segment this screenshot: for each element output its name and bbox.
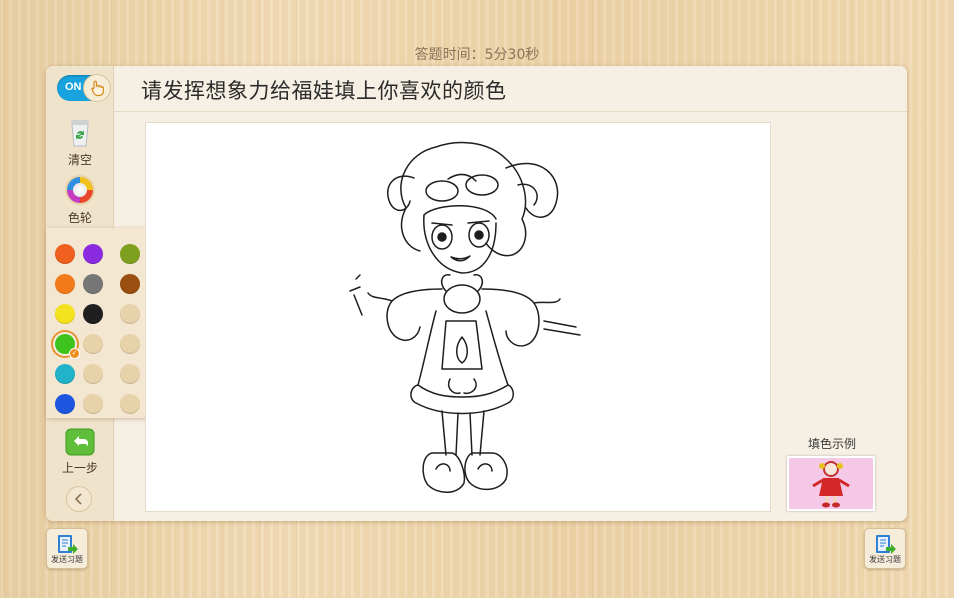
chevron-left-icon	[74, 493, 82, 505]
title-divider	[114, 111, 907, 112]
color-swatch[interactable]	[120, 334, 140, 354]
send-exercise-button-left[interactable]: 发送习题	[46, 528, 88, 569]
answer-timer: 答题时间：5分30秒	[414, 47, 540, 63]
color-swatch[interactable]	[83, 244, 103, 264]
fill-sample-thumbnail[interactable]	[787, 456, 875, 511]
clear-label: 清空	[67, 153, 92, 167]
color-wheel-label: 色轮	[67, 211, 92, 225]
color-swatch[interactable]	[55, 274, 75, 294]
hand-pointer-icon	[83, 74, 111, 102]
color-swatch[interactable]	[83, 304, 103, 324]
color-wheel-tool[interactable]: 色轮	[46, 174, 114, 226]
sample-label: 填色示例	[808, 437, 857, 451]
color-palette: ✓	[46, 228, 150, 418]
color-swatch[interactable]: ✓	[55, 334, 80, 359]
color-swatch[interactable]	[55, 364, 75, 384]
color-swatch[interactable]	[120, 274, 140, 294]
send-exercise-button-right[interactable]: 发送习题	[864, 528, 906, 569]
color-swatch[interactable]	[120, 394, 140, 414]
undo-arrow-icon	[65, 428, 95, 456]
sample-doll-image	[812, 461, 850, 508]
color-swatch[interactable]	[83, 334, 103, 354]
send-exercise-label-left: 发送习题	[51, 555, 83, 564]
on-toggle[interactable]: ON	[57, 74, 111, 102]
collapse-sidebar-button[interactable]	[66, 486, 92, 512]
toggle-label: ON	[65, 81, 82, 93]
drawing-canvas[interactable]	[145, 122, 771, 512]
undo-tool[interactable]: 上一步	[46, 428, 114, 476]
clear-tool[interactable]: 清空	[46, 116, 114, 168]
color-swatch[interactable]	[120, 364, 140, 384]
doll-line-art[interactable]	[146, 123, 772, 513]
color-swatch[interactable]	[55, 244, 75, 264]
color-swatch[interactable]	[83, 274, 103, 294]
color-swatch[interactable]	[83, 364, 103, 384]
color-swatch[interactable]	[120, 244, 140, 264]
question-title: 请发挥想象力给福娃填上你喜欢的颜色	[141, 79, 507, 103]
color-swatch[interactable]	[83, 394, 103, 414]
checkmark-icon: ✓	[69, 348, 80, 359]
color-wheel-icon	[65, 175, 95, 205]
recycle-bin-icon	[71, 120, 89, 147]
main-panel: ON 清空 色轮 上一步 ✓ 请发挥想象力给福娃填上你喜欢的颜色 填色示例	[46, 66, 907, 521]
color-swatch[interactable]	[55, 394, 75, 414]
color-swatch[interactable]	[55, 304, 75, 324]
send-exercise-label-right: 发送习题	[869, 555, 901, 564]
color-swatch[interactable]	[120, 304, 140, 324]
undo-label: 上一步	[61, 461, 98, 475]
